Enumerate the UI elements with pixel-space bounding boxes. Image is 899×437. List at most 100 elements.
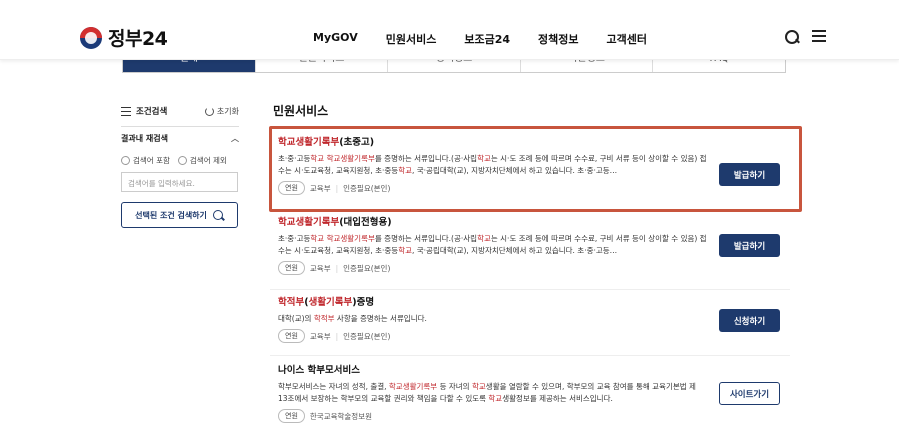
item-org: 교육부	[309, 183, 331, 193]
desc-highlight: 학교	[488, 394, 503, 403]
taegeuk-logo-icon	[80, 26, 102, 49]
refresh-icon	[204, 106, 214, 116]
hamburger-menu-icon[interactable]	[812, 29, 826, 43]
section-title: 민원서비스	[273, 104, 329, 118]
item-org: 교육부	[309, 331, 331, 341]
item-meta: 연원 교육부 | 인증필요(본인)	[270, 329, 790, 343]
nav-civil-service[interactable]: 민원서비스	[386, 31, 437, 47]
radio-exclude[interactable]: 검색어 제외	[177, 155, 227, 166]
filter-sidebar: 조건검색 초기화 결과내 재검색 ︿ 검색어 포함 검색어 제외 검색어를 입력…	[121, 100, 239, 228]
title-highlight-2: 생활기록부	[308, 297, 353, 308]
desc-text: , 국·공립대학(교), 지방자치단체에서 하고 있습니다. 초·중·고등…	[412, 166, 618, 175]
radio-circle-icon	[121, 156, 130, 165]
nav-subsidy[interactable]: 보조금24	[464, 31, 510, 47]
desc-highlight: 학교	[310, 154, 325, 163]
item-meta: 연원 교육부 | 인증필요(본인)	[270, 261, 790, 275]
radio-include[interactable]: 검색어 포함	[121, 155, 170, 166]
list-item: 학교생활기록부(대입전형용) 초·중·고등학교 학교생활기록부를 증명하는 서류…	[270, 214, 790, 290]
subsearch-title: 결과내 재검색	[121, 134, 168, 143]
item-title[interactable]: 학적부(생활기록부)증명	[270, 294, 790, 308]
item-meta: 연원 한국교육학술정보원	[270, 409, 790, 423]
item-badge: 연원	[278, 409, 305, 423]
title-rest: (초중고)	[339, 137, 375, 148]
subsearch-header[interactable]: 결과내 재검색 ︿	[121, 133, 239, 149]
desc-highlight: 학교생활기록부	[326, 154, 375, 163]
desc-highlight: 학적부	[313, 314, 335, 323]
header-icons	[784, 29, 826, 45]
item-description: 대학(교)의 학적부 사항을 증명하는 서류입니다.	[270, 313, 702, 325]
item-auth: 인증필요(본인)	[343, 183, 391, 193]
title-highlight: 학교생활기록부	[278, 137, 340, 148]
main-nav: MyGOV 민원서비스 보조금24 정책정보 고객센터	[313, 31, 647, 47]
item-badge: 연원	[278, 181, 305, 195]
apply-filter-button[interactable]: 선택된 조건 검색하기	[121, 202, 238, 228]
sidebar-divider	[121, 126, 239, 127]
desc-highlight: 학교	[310, 234, 325, 243]
reset-button[interactable]: 초기화	[204, 106, 239, 117]
title-highlight: 학적부	[278, 297, 305, 308]
item-badge: 연원	[278, 261, 305, 275]
desc-highlight: 학교	[477, 234, 491, 243]
search-icon	[212, 209, 224, 221]
list-item: 나이스 학부모서비스 학부모서비스는 자녀의 성적, 출결, 학교생활기록부 등…	[270, 362, 790, 437]
title-rest: (대입전형용)	[339, 217, 392, 228]
issue-button[interactable]: 발급하기	[719, 163, 780, 186]
radio-circle-icon	[177, 156, 187, 165]
sliders-icon	[121, 106, 131, 116]
chevron-up-icon[interactable]: ︿	[231, 133, 239, 149]
desc-highlight: 학교생활기록부	[326, 234, 375, 243]
desc-text: 초·중·고등	[278, 234, 311, 243]
desc-highlight: 학교	[398, 246, 412, 255]
item-meta: 연원 교육부 | 인증필요(본인)	[270, 181, 790, 195]
title-rest: )증명	[352, 297, 375, 308]
issue-button[interactable]: 발급하기	[719, 234, 780, 257]
item-title[interactable]: 학교생활기록부(초중고)	[270, 134, 790, 148]
subsearch-radios: 검색어 포함 검색어 제외	[121, 155, 239, 166]
item-title[interactable]: 학교생활기록부(대입전형용)	[270, 214, 790, 228]
desc-text: 생활정보를 제공하는 서비스입니다.	[502, 394, 613, 403]
desc-text: 사항을 증명하는 서류입니다.	[334, 314, 427, 323]
desc-text: 초·중·고등	[278, 154, 311, 163]
item-auth: 인증필요(본인)	[343, 331, 391, 341]
filter-title: 조건검색	[121, 105, 167, 117]
desc-highlight: 학교	[477, 154, 491, 163]
nav-policy[interactable]: 정책정보	[538, 31, 578, 47]
radio-exclude-label: 검색어 제외	[189, 156, 227, 165]
search-icon[interactable]	[784, 29, 800, 45]
item-description: 초·중·고등학교 학교생활기록부를 증명하는 서류입니다.(공·사립학교는 시·…	[270, 153, 710, 177]
desc-text: 를 증명하는 서류입니다.(공·사립	[374, 234, 478, 243]
radio-include-label: 검색어 포함	[133, 156, 170, 165]
visit-site-button[interactable]: 사이트가기	[719, 382, 780, 405]
item-description: 초·중·고등학교 학교생활기록부를 증명하는 서류입니다.(공·사립학교는 시·…	[270, 233, 710, 257]
desc-highlight: 학교생활기록부	[388, 382, 438, 391]
desc-text: 를 증명하는 서류입니다.(공·사립	[374, 154, 478, 163]
item-auth: 인증필요(본인)	[343, 263, 391, 273]
reset-label: 초기화	[216, 106, 239, 116]
meta-separator: |	[335, 263, 339, 273]
apply-filter-label: 선택된 조건 검색하기	[135, 210, 207, 220]
meta-separator: |	[335, 183, 339, 193]
site-header: 정부24 MyGOV 민원서비스 보조금24 정책정보 고객센터	[0, 0, 899, 60]
desc-text: 대학(교)의	[278, 314, 314, 323]
list-item: 학적부(생활기록부)증명 대학(교)의 학적부 사항을 증명하는 서류입니다. …	[270, 294, 790, 356]
desc-text: , 국·공립대학(교), 지방자치단체에서 하고 있습니다. 초·중·고등…	[412, 246, 618, 255]
nav-mygov[interactable]: MyGOV	[313, 31, 358, 47]
logo-text: 정부24	[108, 28, 168, 50]
apply-button[interactable]: 신청하기	[719, 309, 780, 332]
site-logo[interactable]: 정부24	[80, 24, 168, 51]
item-description: 학부모서비스는 자녀의 성적, 출결, 학교생활기록부 등 자녀의 학교생활을 …	[270, 381, 702, 405]
desc-text: 학부모서비스는 자녀의 성적, 출결,	[278, 382, 389, 391]
title-highlight: 학교생활기록부	[278, 217, 340, 228]
subsearch-input[interactable]: 검색어를 입력하세요.	[121, 172, 238, 192]
item-title[interactable]: 나이스 학부모서비스	[270, 362, 790, 376]
filter-title-label: 조건검색	[136, 107, 168, 117]
nav-customer-center[interactable]: 고객센터	[606, 31, 646, 47]
desc-text: 등 자녀의	[437, 382, 472, 391]
meta-separator: |	[335, 331, 339, 341]
item-org: 교육부	[309, 263, 331, 273]
item-org: 한국교육학술정보원	[309, 411, 372, 421]
list-item: 학교생활기록부(초중고) 초·중·고등학교 학교생활기록부를 증명하는 서류입니…	[270, 134, 790, 212]
item-badge: 연원	[278, 329, 305, 343]
filter-header: 조건검색 초기화	[121, 100, 239, 122]
desc-highlight: 학교	[398, 166, 412, 175]
